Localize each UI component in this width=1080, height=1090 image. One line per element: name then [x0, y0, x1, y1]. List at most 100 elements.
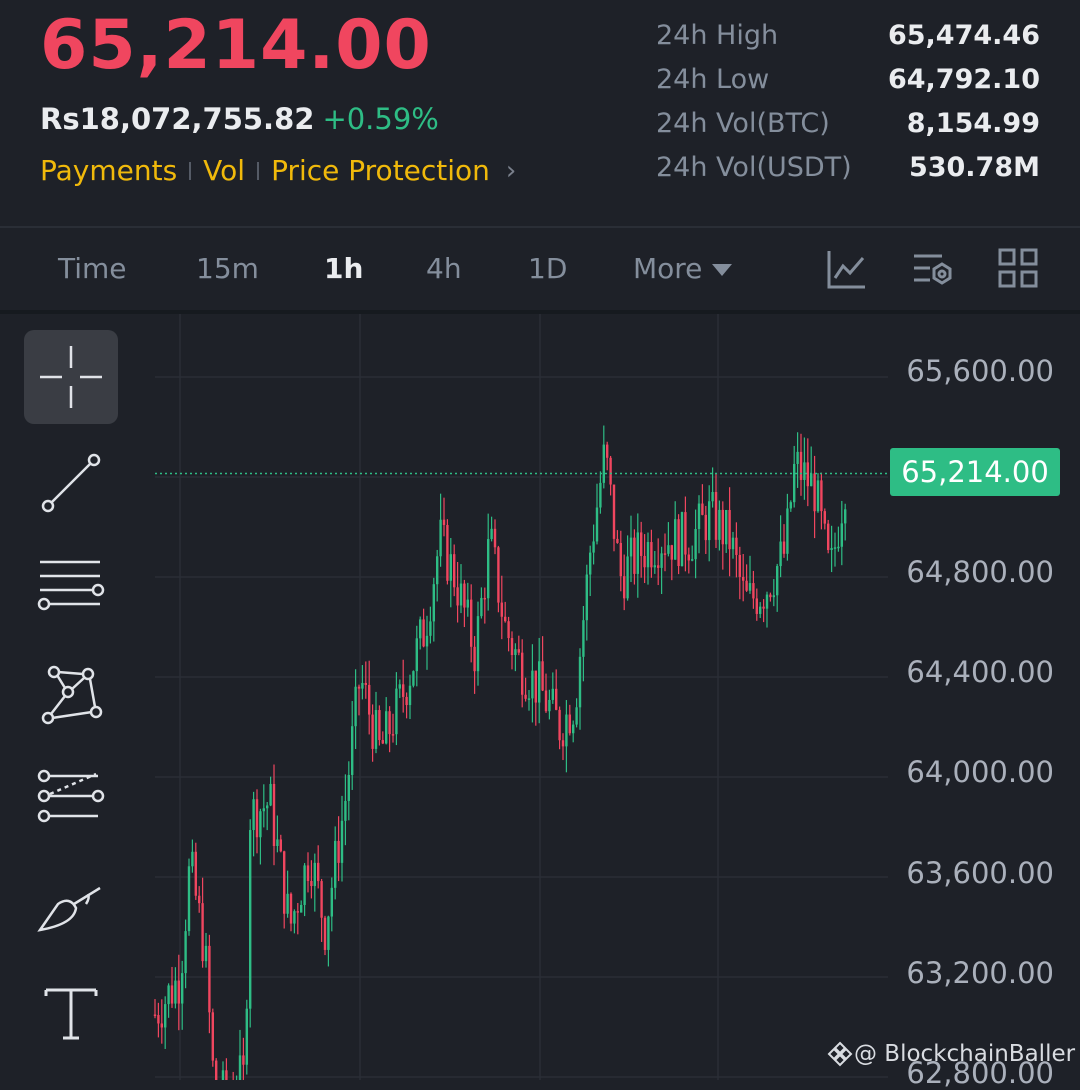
candle-body	[490, 528, 493, 540]
candle-body	[374, 710, 378, 749]
candle-body	[405, 696, 408, 706]
candle-body	[718, 509, 721, 540]
candle-body	[599, 482, 602, 508]
fib-channel-icon[interactable]	[24, 754, 118, 848]
candle-body	[283, 851, 286, 914]
candle-body	[381, 740, 384, 744]
candle-body	[816, 480, 820, 512]
candle-body	[371, 714, 374, 749]
candle-body	[769, 594, 772, 598]
more-dropdown[interactable]: More	[633, 252, 733, 285]
stats-panel: 24h High 65,474.46 24h Low 64,792.10 24h V…	[656, 18, 1040, 194]
candle-body	[340, 820, 344, 863]
candle-body	[609, 457, 612, 485]
candle-body	[266, 805, 269, 809]
candle-body	[823, 511, 826, 524]
chevron-right-icon[interactable]: ›	[506, 156, 516, 186]
candle-body	[663, 553, 667, 555]
text-tool-icon[interactable]	[24, 966, 118, 1060]
candle-body	[238, 1055, 242, 1080]
candle-body	[459, 583, 463, 606]
candle-body	[803, 462, 806, 480]
candle-body	[544, 690, 548, 712]
trend-line-icon[interactable]	[24, 436, 118, 530]
crosshair-icon[interactable]	[24, 330, 118, 424]
candle-body	[534, 670, 537, 703]
candle-body	[837, 546, 840, 549]
candle-body	[184, 931, 187, 974]
indicator-chart-icon[interactable]	[826, 248, 868, 294]
more-label: More	[633, 252, 703, 285]
drawing-toolbar	[24, 330, 120, 1072]
candle-body	[629, 537, 633, 557]
candle-body	[211, 1012, 214, 1061]
candle-body	[402, 684, 405, 697]
candle-body	[181, 973, 184, 1004]
candle-body	[612, 484, 616, 539]
candle-body	[187, 866, 191, 932]
candle-body	[198, 895, 201, 904]
candle-body	[660, 553, 663, 568]
watermark: @ BlockchainBaller	[826, 1040, 1075, 1068]
candle-body	[684, 512, 687, 555]
candle-body	[616, 538, 619, 543]
candle-body	[347, 774, 350, 801]
ticker-links: Payments Vol Price Protection ›	[40, 154, 516, 187]
candle-body	[827, 523, 830, 551]
tab-15m[interactable]: 15m	[196, 252, 259, 285]
candle-body	[568, 714, 571, 734]
candle-body	[337, 840, 340, 863]
candle-body	[320, 881, 323, 918]
candle-body	[735, 537, 738, 555]
candle-body	[595, 507, 599, 542]
watermark-text: @ BlockchainBaller	[854, 1041, 1076, 1067]
candle-body	[572, 724, 575, 734]
candle-body	[524, 694, 527, 699]
candle-body	[738, 554, 741, 577]
candle-body	[279, 839, 282, 852]
candle-body	[419, 619, 422, 639]
stat-value: 64,792.10	[887, 64, 1040, 95]
candle-body	[395, 688, 398, 735]
candle-body	[653, 565, 656, 568]
horizontal-lines-icon[interactable]	[24, 542, 118, 636]
candle-body	[626, 556, 629, 599]
candle-body	[704, 514, 707, 541]
candle-body	[415, 638, 418, 672]
candle-body	[453, 554, 456, 588]
brush-icon[interactable]	[24, 860, 118, 954]
vol-link[interactable]: Vol	[203, 154, 245, 187]
layout-grid-icon[interactable]	[998, 248, 1038, 292]
price-protection-link[interactable]: Price Protection	[271, 154, 490, 187]
candle-body	[578, 656, 582, 708]
candle-body	[286, 893, 289, 914]
candle-body	[327, 916, 330, 950]
tab-1h[interactable]: 1h	[324, 252, 363, 285]
stat-value: 8,154.99	[906, 108, 1040, 139]
stat-24h-vol-usdt: 24h Vol(USDT) 530.78M	[656, 150, 1040, 194]
candle-body	[330, 887, 333, 917]
tab-time[interactable]: Time	[58, 252, 127, 285]
stat-value: 65,474.46	[887, 20, 1040, 51]
candle-body	[361, 682, 364, 689]
chart-settings-icon[interactable]	[912, 248, 954, 294]
payments-link[interactable]: Payments	[40, 154, 177, 187]
binance-logo-icon	[827, 1041, 853, 1067]
candle-body	[215, 1060, 218, 1080]
candle-body	[252, 799, 255, 831]
y-axis-label: 64,800.00	[906, 555, 1054, 589]
y-axis-label: 65,600.00	[906, 354, 1054, 388]
candle-body	[633, 537, 636, 574]
candle-body	[364, 682, 367, 685]
caret-down-icon	[712, 264, 733, 276]
candle-body	[432, 584, 435, 622]
stat-label: 24h Vol(BTC)	[656, 108, 830, 139]
tab-1d[interactable]: 1D	[528, 252, 567, 285]
candle-body	[606, 444, 609, 458]
pattern-icon[interactable]	[24, 648, 118, 742]
tab-4h[interactable]: 4h	[426, 252, 462, 285]
y-axis-label: 63,600.00	[906, 856, 1054, 890]
candle-body	[820, 480, 823, 512]
stat-label: 24h Vol(USDT)	[656, 152, 852, 183]
candle-body	[208, 945, 211, 1013]
